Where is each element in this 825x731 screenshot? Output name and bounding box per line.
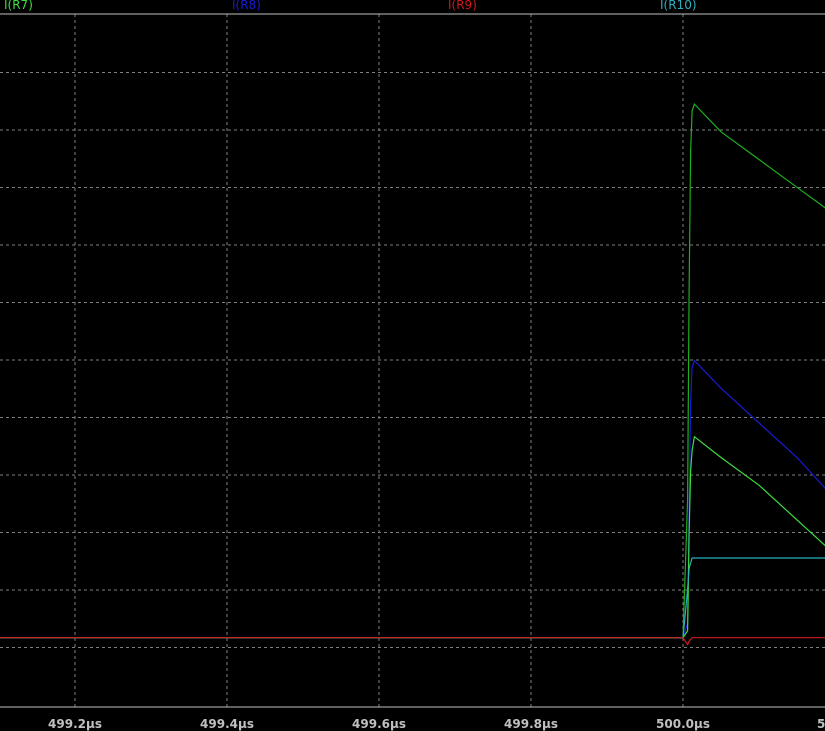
plot-background — [0, 0, 825, 731]
x-tick-label: 499.4µs — [200, 717, 254, 731]
x-tick-label: 500.2µs — [817, 717, 825, 731]
x-tick-label: 500.0µs — [656, 717, 710, 731]
legend-ir8[interactable]: I(R8) — [232, 0, 261, 12]
x-tick-label: 499.6µs — [352, 717, 406, 731]
legend-ir7[interactable]: I(R7) — [4, 0, 33, 12]
legend-ir10[interactable]: I(R10) — [660, 0, 697, 12]
x-tick-label: 499.2µs — [48, 717, 102, 731]
x-tick-label: 499.8µs — [504, 717, 558, 731]
legend-ir9[interactable]: I(R9) — [448, 0, 477, 12]
waveform-plot[interactable]: I(R7) I(R8) I(R9) I(R10) 499.2µs 499.4µs 499.… — [0, 0, 825, 731]
